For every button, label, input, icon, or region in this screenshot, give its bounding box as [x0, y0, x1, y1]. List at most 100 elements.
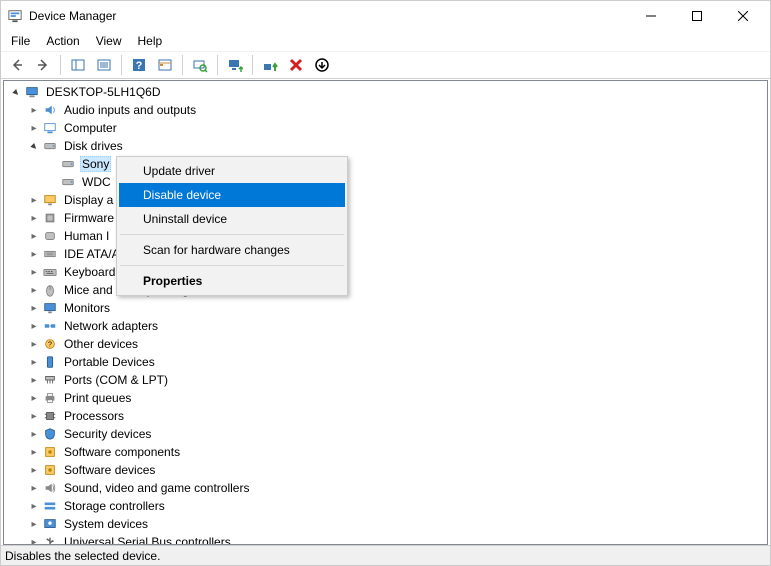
- menu-file[interactable]: File: [3, 32, 38, 50]
- tree-node[interactable]: Processors: [8, 407, 767, 425]
- expand-icon[interactable]: [26, 354, 42, 370]
- tree-node-label: Keyboard: [62, 265, 117, 279]
- expand-icon[interactable]: [26, 426, 42, 442]
- tree-node[interactable]: ? Other devices: [8, 335, 767, 353]
- tree-node[interactable]: Ports (COM & LPT): [8, 371, 767, 389]
- device-manager-icon: [7, 8, 23, 24]
- context-menu-item[interactable]: Update driver: [119, 159, 345, 183]
- help-icon: ?: [131, 57, 147, 73]
- expand-icon[interactable]: [26, 534, 42, 545]
- toolbar-disable-device[interactable]: [310, 53, 334, 77]
- expand-icon[interactable]: [26, 390, 42, 406]
- toolbar-scan-hardware[interactable]: [188, 53, 212, 77]
- tree-node-label: Other devices: [62, 337, 140, 351]
- expand-icon[interactable]: [26, 408, 42, 424]
- window-grid-icon: [157, 57, 173, 73]
- network-icon: [42, 318, 58, 334]
- collapse-icon[interactable]: [26, 138, 42, 154]
- expand-icon[interactable]: [26, 120, 42, 136]
- toolbar-show-hide-console-tree[interactable]: [66, 53, 90, 77]
- expand-icon[interactable]: [26, 516, 42, 532]
- maximize-button[interactable]: [674, 1, 720, 31]
- expand-icon[interactable]: [26, 318, 42, 334]
- pc-icon: [24, 84, 40, 100]
- tree-node[interactable]: Computer: [8, 119, 767, 137]
- menu-help[interactable]: Help: [130, 32, 171, 50]
- expand-icon[interactable]: [26, 462, 42, 478]
- storage-icon: [42, 498, 58, 514]
- window-title: Device Manager: [29, 9, 628, 23]
- expand-icon[interactable]: [26, 480, 42, 496]
- tree-node[interactable]: DESKTOP-5LH1Q6D: [8, 83, 767, 101]
- toolbar-separator: [121, 55, 122, 75]
- context-menu-item[interactable]: Uninstall device: [119, 207, 345, 231]
- tree-node-label: Software devices: [62, 463, 157, 477]
- toolbar-action-1[interactable]: [153, 53, 177, 77]
- expand-icon[interactable]: [26, 228, 42, 244]
- tree-node[interactable]: System devices: [8, 515, 767, 533]
- expand-icon[interactable]: [26, 264, 42, 280]
- system-icon: [42, 516, 58, 532]
- expand-icon[interactable]: [26, 372, 42, 388]
- menu-action[interactable]: Action: [38, 32, 87, 50]
- ports-icon: [42, 372, 58, 388]
- tree-node-label: Computer: [62, 121, 119, 135]
- tree-node[interactable]: Portable Devices: [8, 353, 767, 371]
- firmware-icon: [42, 210, 58, 226]
- toolbar-update-driver[interactable]: [223, 53, 247, 77]
- expand-icon[interactable]: [26, 246, 42, 262]
- menu-view[interactable]: View: [88, 32, 130, 50]
- expand-icon[interactable]: [26, 210, 42, 226]
- tree-node[interactable]: Software components: [8, 443, 767, 461]
- tree-node[interactable]: Software devices: [8, 461, 767, 479]
- tree-node-label: System devices: [62, 517, 150, 531]
- toolbar-help[interactable]: ?: [127, 53, 151, 77]
- down-circle-icon: [314, 57, 330, 73]
- tree-node-label: Sound, video and game controllers: [62, 481, 251, 495]
- computer-icon: [42, 120, 58, 136]
- tree-node-label: Software components: [62, 445, 182, 459]
- expand-icon[interactable]: [26, 498, 42, 514]
- tree-node[interactable]: Disk drives: [8, 137, 767, 155]
- tree-node[interactable]: Sound, video and game controllers: [8, 479, 767, 497]
- software-icon: [42, 444, 58, 460]
- collapse-icon[interactable]: [8, 84, 24, 100]
- keyboard-icon: [42, 264, 58, 280]
- tree-node[interactable]: Universal Serial Bus controllers: [8, 533, 767, 545]
- display-icon: [42, 192, 58, 208]
- other-icon: ?: [42, 336, 58, 352]
- portable-icon: [42, 354, 58, 370]
- context-menu-item[interactable]: Scan for hardware changes: [119, 238, 345, 262]
- minimize-button[interactable]: [628, 1, 674, 31]
- print-icon: [42, 390, 58, 406]
- close-button[interactable]: [720, 1, 766, 31]
- expand-icon[interactable]: [26, 336, 42, 352]
- context-menu-item[interactable]: Properties: [119, 269, 345, 293]
- toolbar-forward[interactable]: [31, 53, 55, 77]
- toolbar-separator: [182, 55, 183, 75]
- tree-node[interactable]: Storage controllers: [8, 497, 767, 515]
- toolbar-properties[interactable]: [92, 53, 116, 77]
- tree-node[interactable]: Audio inputs and outputs: [8, 101, 767, 119]
- sound-icon: [42, 480, 58, 496]
- tree-node[interactable]: Network adapters: [8, 317, 767, 335]
- toolbar-back[interactable]: [5, 53, 29, 77]
- tree-node[interactable]: Monitors: [8, 299, 767, 317]
- context-menu: Update driverDisable deviceUninstall dev…: [116, 156, 348, 296]
- tree-node-label: Monitors: [62, 301, 112, 315]
- tree-node[interactable]: Print queues: [8, 389, 767, 407]
- cpu-icon: [42, 408, 58, 424]
- context-menu-item[interactable]: Disable device: [119, 183, 345, 207]
- expand-icon[interactable]: [26, 102, 42, 118]
- svg-text:?: ?: [136, 60, 143, 72]
- window-lines-icon: [96, 57, 112, 73]
- tree-node-label: Portable Devices: [62, 355, 157, 369]
- expand-icon[interactable]: [26, 444, 42, 460]
- expand-icon[interactable]: [26, 192, 42, 208]
- expand-icon[interactable]: [26, 300, 42, 316]
- toolbar-enable-device[interactable]: [258, 53, 282, 77]
- tree-node[interactable]: Security devices: [8, 425, 767, 443]
- toolbar-uninstall[interactable]: [284, 53, 308, 77]
- tree-pane[interactable]: DESKTOP-5LH1Q6DAudio inputs and outputs C…: [3, 80, 768, 545]
- expand-icon[interactable]: [26, 282, 42, 298]
